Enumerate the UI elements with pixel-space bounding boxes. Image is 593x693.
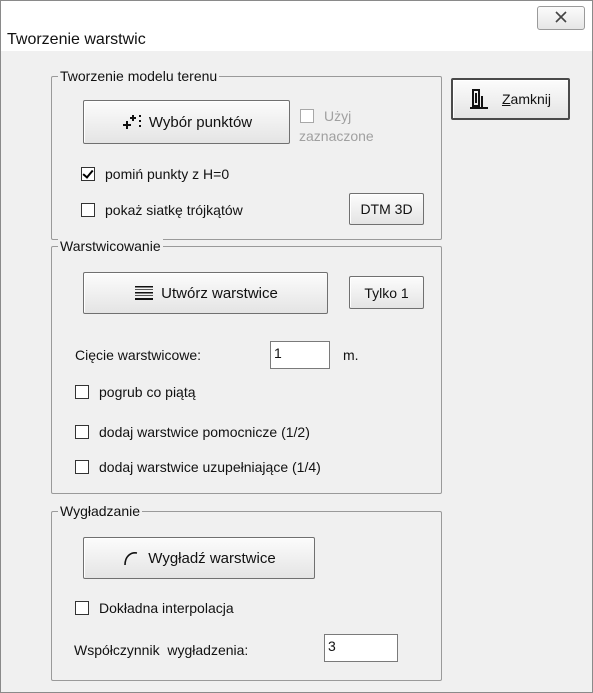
contour-interval-label: Cięcie warstwicowe:: [75, 347, 202, 363]
contouring-legend: Warstwicowanie: [58, 237, 163, 255]
auxiliary-contours-label: dodaj warstwice pomocnicze (1/2): [99, 424, 310, 440]
skip-h0-checkbox[interactable]: pomiń punkty z H=0: [81, 166, 229, 182]
contour-interval-unit: m.: [343, 347, 359, 363]
dtm-3d-button[interactable]: DTM 3D: [349, 193, 424, 225]
precise-interpolation-label: Dokładna interpolacja: [99, 600, 234, 616]
close-dialog-label: Zamknij: [502, 91, 551, 107]
window-close-button[interactable]: [537, 6, 585, 30]
smooth-contours-button[interactable]: Wygładź warstwice: [83, 537, 315, 579]
close-dialog-label-rest: amknij: [510, 91, 552, 107]
dtm-3d-label: DTM 3D: [360, 201, 413, 217]
bold-every-fifth-box: [75, 385, 89, 399]
skip-h0-box: [81, 167, 95, 181]
dialog-content: Tworzenie modelu terenu Wybór punktów Uż…: [9, 51, 584, 684]
smoothing-factor-input[interactable]: 3: [324, 634, 398, 662]
create-contours-button[interactable]: Utwórz warstwice: [83, 272, 328, 314]
smooth-contours-label: Wygładź warstwice: [148, 549, 276, 567]
select-points-icon: [121, 112, 143, 132]
use-selected-box: [300, 109, 314, 123]
only-one-button[interactable]: Tylko 1: [349, 276, 424, 309]
precise-interpolation-checkbox[interactable]: Dokładna interpolacja: [75, 600, 234, 616]
precise-interpolation-box: [75, 601, 89, 615]
smoothing-legend: Wygładzanie: [58, 502, 143, 520]
exit-door-icon: [469, 88, 488, 110]
use-selected-checkbox[interactable]: Użyj: [300, 108, 351, 124]
auxiliary-contours-checkbox[interactable]: dodaj warstwice pomocnicze (1/2): [75, 424, 310, 440]
select-points-button[interactable]: Wybór punktów: [83, 100, 290, 144]
terrain-model-legend: Tworzenie modelu terenu: [58, 67, 220, 85]
supplementary-contours-checkbox[interactable]: dodaj warstwice uzupełniające (1/4): [75, 459, 321, 475]
close-dialog-button[interactable]: Zamknij: [451, 78, 570, 120]
create-contours-label: Utwórz warstwice: [161, 284, 278, 302]
show-triangles-checkbox[interactable]: pokaż siatkę trójkątów: [81, 202, 243, 218]
select-points-label: Wybór punktów: [148, 113, 253, 131]
bold-every-fifth-checkbox[interactable]: pogrub co piątą: [75, 384, 196, 400]
terrain-model-group: Tworzenie modelu terenu Wybór punktów Uż…: [51, 67, 442, 240]
smooth-curve-icon: [122, 550, 142, 566]
show-triangles-box: [81, 203, 95, 217]
only-one-label: Tylko 1: [364, 284, 409, 301]
contour-lines-icon: [133, 285, 155, 301]
use-selected-label-line1: Użyj: [324, 108, 352, 124]
title-bar: Tworzenie warstwic: [1, 1, 592, 51]
close-x-icon: [555, 11, 567, 23]
contour-interval-input[interactable]: 1: [270, 341, 330, 369]
smoothing-group: Wygładzanie Wygładź warstwice Dokładna i…: [51, 502, 442, 681]
close-dialog-mnemonic: Z: [501, 91, 511, 107]
contouring-group: Warstwicowanie Utwórz warstwice Tylko 1 …: [51, 237, 442, 494]
skip-h0-label: pomiń punkty z H=0: [105, 166, 230, 182]
bold-every-fifth-label: pogrub co piątą: [99, 384, 196, 400]
dialog-window: Tworzenie warstwic Tworzenie modelu tere…: [0, 0, 593, 693]
smoothing-factor-label: Współczynnik wygładzenia:: [74, 642, 249, 658]
show-triangles-label: pokaż siatkę trójkątów: [105, 202, 243, 218]
supplementary-contours-box: [75, 460, 89, 474]
supplementary-contours-label: dodaj warstwice uzupełniające (1/4): [99, 459, 321, 475]
window-title: Tworzenie warstwic: [7, 31, 146, 48]
use-selected-label-line2: zaznaczone: [299, 128, 374, 144]
auxiliary-contours-box: [75, 425, 89, 439]
